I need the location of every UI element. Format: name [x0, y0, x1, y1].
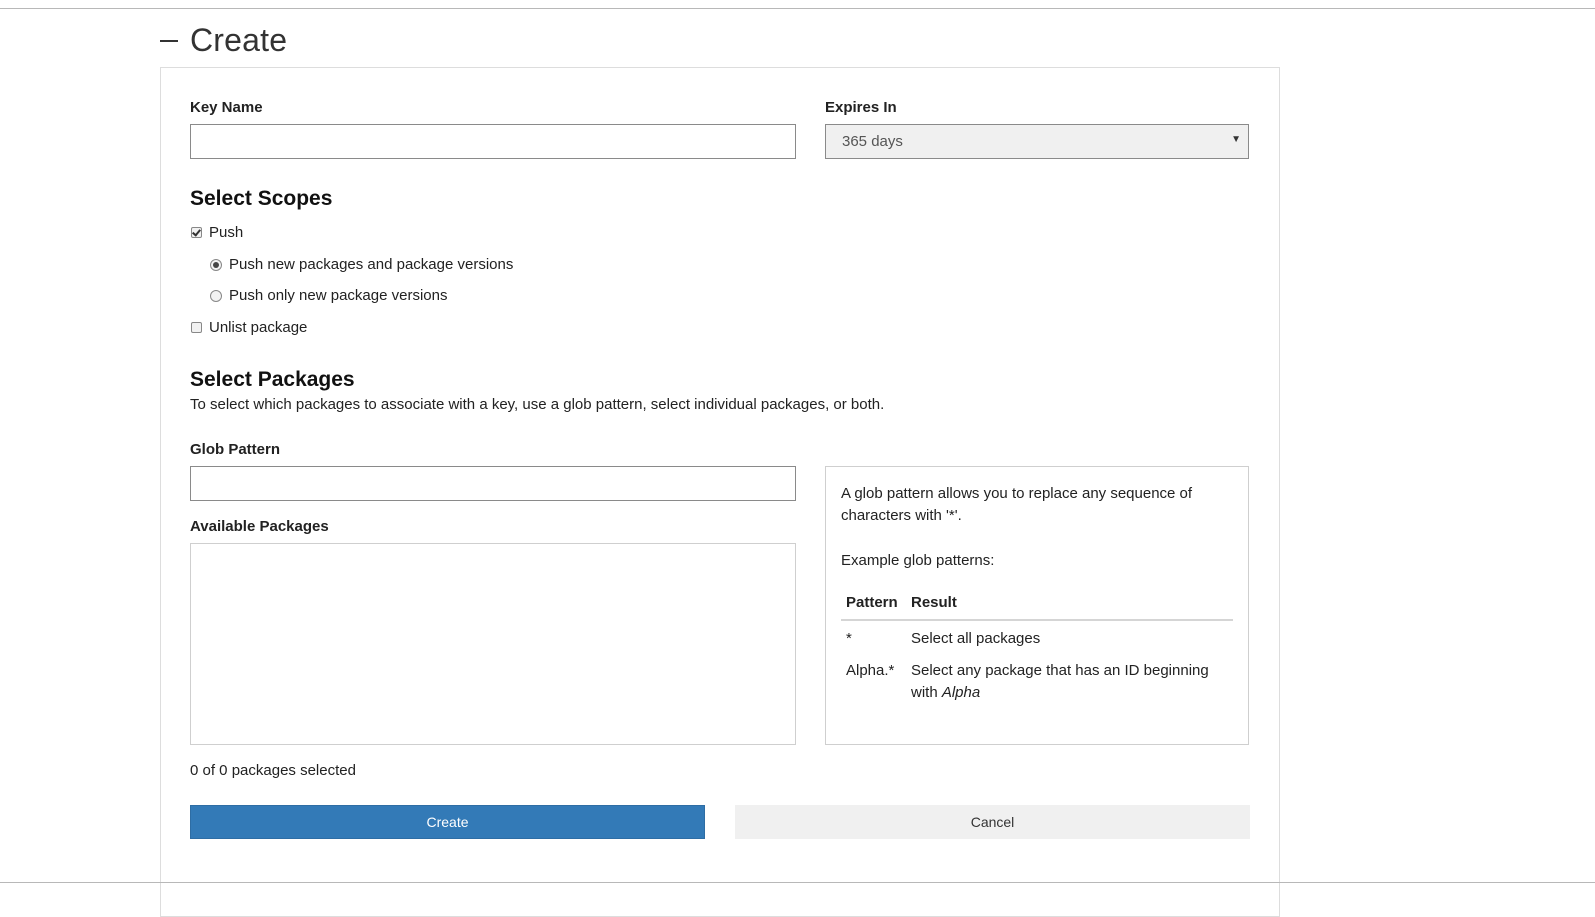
table-header-row: Pattern Result — [841, 590, 1233, 621]
push-option[interactable]: Push — [191, 224, 243, 241]
packages-selected-count: 0 of 0 packages selected — [190, 762, 356, 779]
table-row: Alpha.* Select any package that has an I… — [841, 653, 1233, 707]
pattern-cell: Alpha.* — [846, 662, 895, 679]
expires-in-value: 365 days — [842, 133, 903, 150]
dropdown-arrow-icon: ▼ — [1231, 134, 1241, 145]
section-title: Create — [190, 21, 288, 58]
key-name-label: Key Name — [190, 99, 263, 116]
push-checkbox[interactable] — [191, 227, 202, 238]
bottom-divider — [0, 882, 1595, 883]
glob-help-box: A glob pattern allows you to replace any… — [825, 466, 1249, 745]
result-cell: Select all packages — [911, 630, 1041, 647]
push-new-label: Push new packages and package versions — [229, 256, 514, 273]
pattern-column-header: Pattern — [841, 590, 906, 621]
push-new-radio[interactable] — [210, 258, 222, 271]
unlist-option[interactable]: Unlist package — [191, 319, 307, 336]
create-button[interactable]: Create — [190, 805, 705, 839]
push-versions-radio[interactable] — [210, 289, 222, 302]
glob-help-examples-heading: Example glob patterns: — [841, 552, 995, 569]
glob-help-intro: A glob pattern allows you to replace any… — [841, 485, 1193, 524]
table-row: * Select all packages — [841, 620, 1233, 653]
select-packages-description: To select which packages to associate wi… — [190, 396, 885, 413]
unlist-checkbox[interactable] — [191, 322, 202, 333]
select-scopes-heading: Select Scopes — [190, 187, 333, 210]
select-packages-heading: Select Packages — [190, 368, 355, 391]
available-packages-list[interactable] — [190, 543, 796, 745]
result-emphasis: Alpha — [941, 684, 981, 701]
glob-pattern-input[interactable] — [190, 466, 796, 501]
push-label: Push — [209, 224, 244, 241]
minus-icon[interactable] — [160, 40, 178, 42]
key-name-input[interactable] — [190, 124, 796, 159]
glob-examples-table: Pattern Result * Select all packages Alp… — [841, 590, 1233, 707]
push-new-option[interactable]: Push new packages and package versions — [210, 256, 513, 273]
available-packages-label: Available Packages — [190, 518, 329, 535]
expires-in-label: Expires In — [825, 99, 897, 116]
create-section-toggle[interactable]: Create — [160, 20, 287, 60]
expires-in-select[interactable]: 365 days ▼ — [825, 124, 1249, 159]
pattern-cell: * — [846, 630, 852, 647]
result-column-header: Result — [906, 590, 1233, 621]
push-versions-option[interactable]: Push only new package versions — [210, 287, 447, 304]
unlist-label: Unlist package — [209, 319, 308, 336]
result-cell: Select any package that has an ID beginn… — [906, 653, 1233, 707]
cancel-button[interactable]: Cancel — [735, 805, 1250, 839]
top-divider — [0, 8, 1595, 9]
push-versions-label: Push only new package versions — [229, 287, 448, 304]
glob-pattern-label: Glob Pattern — [190, 441, 281, 458]
